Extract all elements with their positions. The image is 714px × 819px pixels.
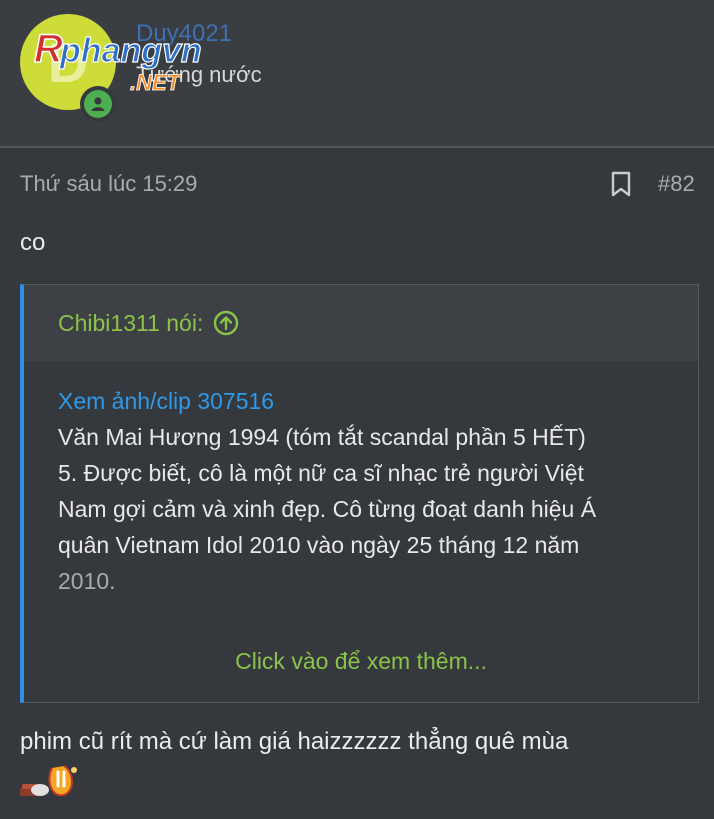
quote-header: Chibi1311 nói:	[24, 285, 698, 361]
quote-author-link[interactable]: Chibi1311 nói:	[58, 310, 203, 337]
quote-text: Văn Mai Hương 1994 (tóm tắt scandal phần…	[58, 419, 664, 599]
quote-block: Chibi1311 nói: Xem ảnh/clip 307516 Văn M…	[20, 284, 699, 703]
post-date[interactable]: Thứ sáu lúc 15:29	[20, 171, 197, 197]
post-author-header: D Duy4021 Tướng nước R phangvn .NET	[0, 0, 714, 146]
quote-line: quân Vietnam Idol 2010 vào ngày 25 tháng…	[58, 532, 580, 558]
header-divider	[0, 146, 714, 148]
post-text-line: co	[20, 229, 46, 256]
post-reply-text: phim cũ rít mà cứ làm giá haizzzzzz thẳn…	[20, 728, 569, 755]
emoji-sticker-icon	[20, 765, 77, 797]
quote-line: Nam gợi cảm và xinh đẹp. Cô từng đoạt da…	[58, 496, 597, 522]
quote-line: 5. Được biết, cô là một nữ ca sĩ nhạc tr…	[58, 460, 584, 486]
online-status-icon	[80, 86, 116, 122]
post-number-link[interactable]: #82	[658, 171, 695, 197]
arrow-up-circle-icon[interactable]	[213, 310, 239, 336]
media-link[interactable]: Xem ảnh/clip 307516	[58, 383, 664, 419]
username-link[interactable]: Duy4021	[136, 20, 232, 48]
quote-body: Xem ảnh/clip 307516 Văn Mai Hương 1994 (…	[24, 361, 698, 702]
quote-line: Văn Mai Hương 1994 (tóm tắt scandal phần…	[58, 424, 586, 450]
bookmark-icon[interactable]	[608, 170, 634, 198]
expand-quote-link[interactable]: Click vào để xem thêm...	[24, 648, 698, 675]
avatar-letter: D	[47, 30, 89, 94]
quote-line: 2010.	[58, 568, 116, 594]
user-title: Tướng nước	[136, 62, 262, 87]
